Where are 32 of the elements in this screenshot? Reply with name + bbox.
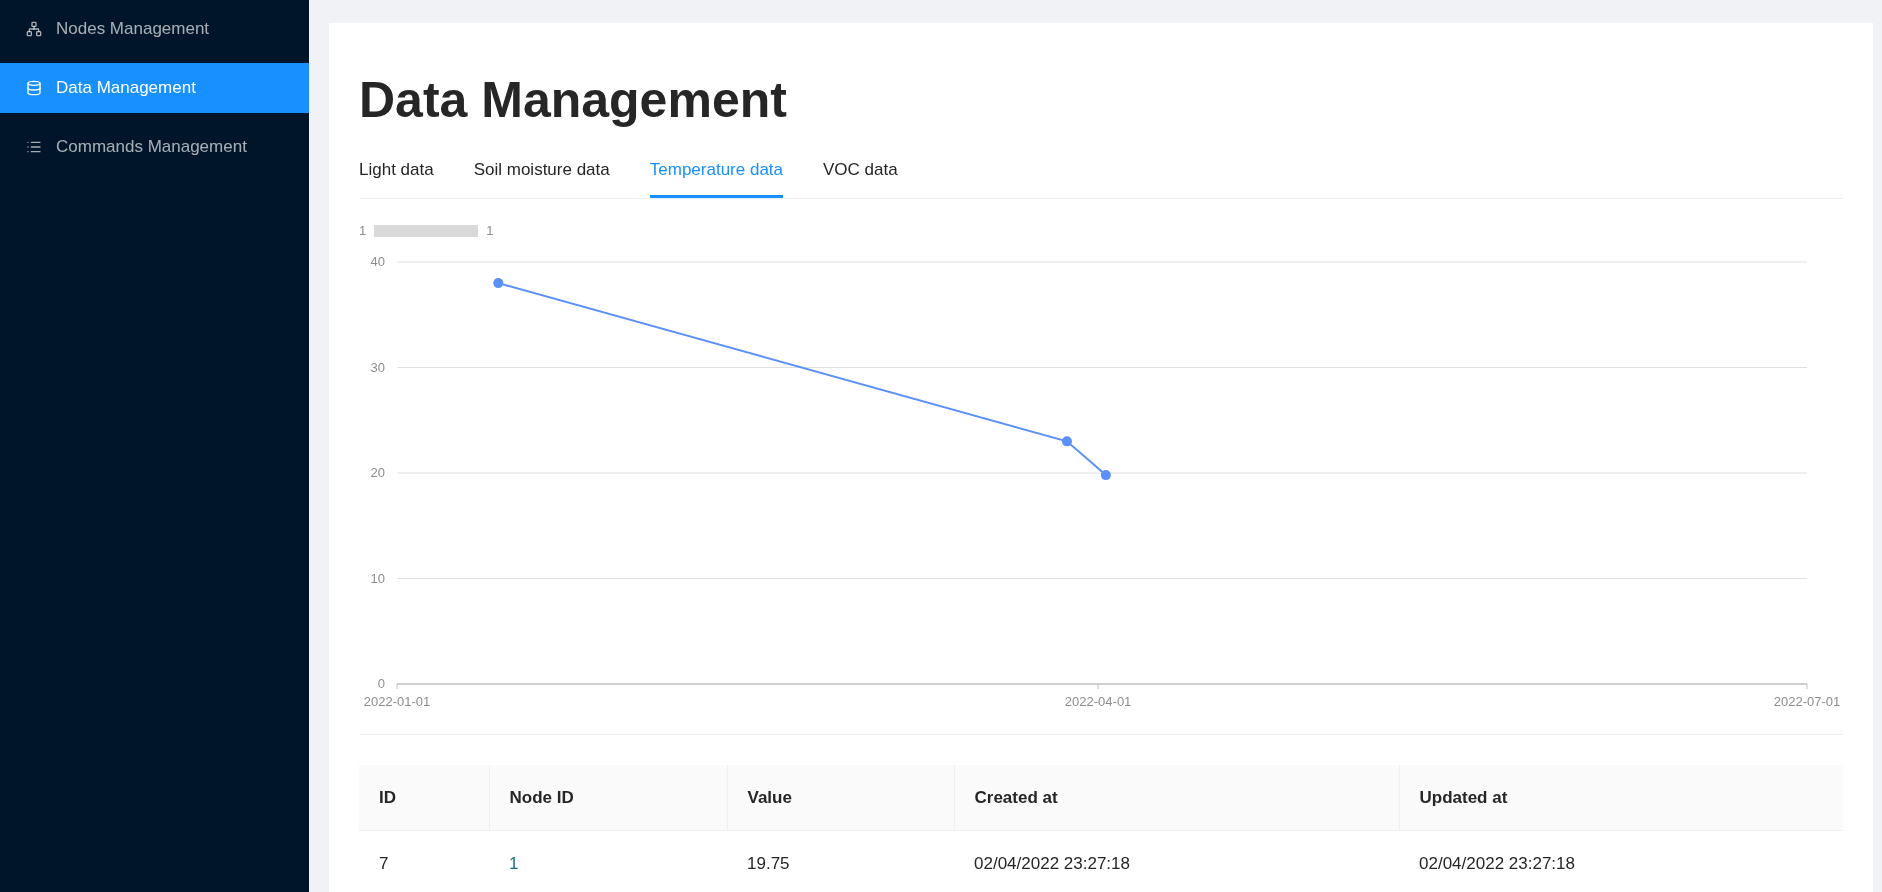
y-tick-label: 30: [370, 359, 385, 374]
tab[interactable]: VOC data: [823, 157, 898, 198]
x-tick-label: 2022-07-01: [1773, 693, 1841, 709]
page-title: Data Management: [359, 75, 788, 125]
tab[interactable]: Light data: [359, 157, 434, 198]
data-point: [1061, 435, 1072, 446]
data-point: [1100, 469, 1111, 480]
column-header: ID: [359, 764, 489, 831]
data-point: [493, 277, 504, 288]
table-cell: 1: [489, 830, 727, 892]
column-header: Updated at: [1399, 764, 1843, 831]
y-tick-label: 40: [370, 253, 385, 269]
sidebar-item[interactable]: Nodes Management: [0, 4, 309, 54]
table-cell: 02/04/2022 23:27:18: [954, 830, 1399, 892]
y-tick-label: 10: [370, 570, 385, 585]
legend-max-label: 1: [486, 221, 494, 240]
column-header: Created at: [954, 764, 1399, 831]
x-tick-label: 2022-04-01: [1064, 693, 1132, 709]
legend-series-label: 1: [359, 221, 367, 240]
column-header: Node ID: [489, 764, 727, 831]
table-cell: 02/04/2022 23:27:18: [1399, 830, 1843, 892]
hierarchy-icon: [26, 21, 42, 37]
x-tick-label: 2022-01-01: [363, 693, 431, 709]
table-cell: 19.75: [727, 830, 954, 892]
y-tick-label: 0: [377, 675, 385, 691]
table-cell: 7: [359, 830, 489, 892]
tab[interactable]: Soil moisture data: [473, 157, 610, 198]
list-icon: [26, 139, 42, 155]
y-tick-label: 20: [370, 464, 385, 480]
column-header: Value: [727, 764, 954, 831]
database-icon: [26, 80, 42, 96]
sidebar-item[interactable]: Commands Management: [0, 122, 309, 172]
